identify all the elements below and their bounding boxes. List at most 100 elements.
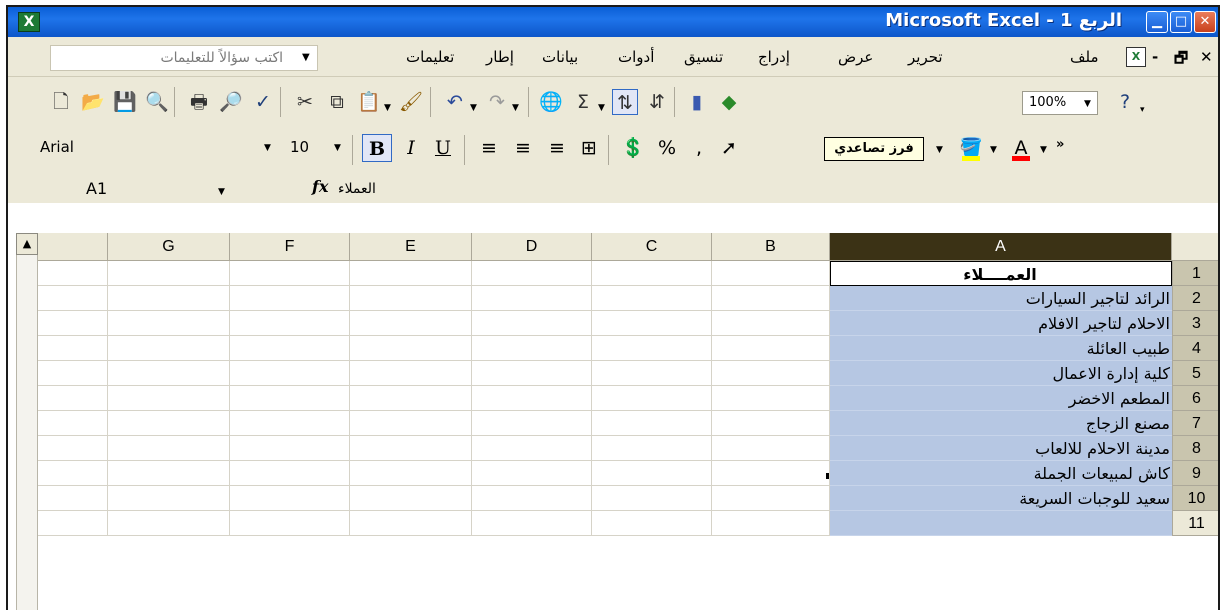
grid-cell[interactable] [472,486,592,511]
font-size-select[interactable]: 10 [270,134,324,160]
menu-view[interactable]: عرض [838,45,873,69]
fill-dropdown-icon[interactable]: ▼ [990,145,997,155]
insert-function-icon[interactable]: fx [312,177,328,196]
chart-wizard-icon[interactable]: ▮ [684,89,710,115]
menu-edit[interactable]: تحرير [908,45,943,69]
grid-cell[interactable] [712,511,830,536]
grid-cell[interactable] [230,436,350,461]
help-icon[interactable]: ? [1112,89,1138,115]
grid-cell[interactable] [38,486,108,511]
grid-cell[interactable] [350,361,472,386]
grid-cell[interactable] [472,511,592,536]
grid-cell[interactable] [350,386,472,411]
grid-cell[interactable] [472,411,592,436]
grid-cell[interactable] [38,286,108,311]
redo-dropdown-icon[interactable]: ▼ [512,103,519,113]
grid-cell[interactable] [230,511,350,536]
row-header-1[interactable]: 1 [1172,261,1218,286]
column-header-g[interactable]: G [108,233,230,261]
grid-cell[interactable] [472,336,592,361]
select-all-corner[interactable] [1172,233,1218,261]
grid-cell[interactable] [350,436,472,461]
cell-a9[interactable]: كاش لمبيعات الجملة [830,461,1172,486]
excel-app-icon[interactable]: X [18,12,40,32]
print-preview-icon[interactable]: 🔎 [218,89,244,115]
grid-cell[interactable] [230,361,350,386]
redo-icon[interactable]: ↷ [484,89,510,115]
format-painter-icon[interactable]: 🖌 [398,89,424,115]
grid-cell[interactable] [38,311,108,336]
minimize-button[interactable]: ▁ [1146,11,1168,33]
menu-file[interactable]: ملف [1070,45,1099,69]
grid-cell[interactable] [712,261,830,286]
percent-icon[interactable]: % [652,134,682,162]
grid-cell[interactable] [38,511,108,536]
ask-question-box[interactable]: اكتب سؤالاً للتعليمات [50,45,318,71]
autosum-icon[interactable]: Σ [570,89,596,115]
grid-cell[interactable] [108,386,230,411]
grid-cell[interactable] [472,386,592,411]
grid-cell[interactable] [350,411,472,436]
grid-cell[interactable] [472,286,592,311]
hyperlink-icon[interactable]: 🌐 [538,89,564,115]
grid-cell[interactable] [712,386,830,411]
column-header-f[interactable]: F [230,233,350,261]
italic-button[interactable]: I [396,134,426,162]
bold-button[interactable]: B [362,134,392,162]
grid-cell[interactable] [472,311,592,336]
grid-cell[interactable] [712,461,830,486]
grid-cell[interactable] [472,361,592,386]
grid-cell[interactable] [38,261,108,286]
save-icon[interactable]: 💾 [112,89,138,115]
sort-ascending-icon[interactable]: ⇅ [612,89,638,115]
drawing-icon[interactable]: ◆ [716,89,742,115]
grid-cell[interactable] [230,461,350,486]
cell-a10[interactable]: سعيد للوجبات السريعة [830,486,1172,511]
currency-icon[interactable]: 💲 [618,134,648,162]
spelling-icon[interactable]: ✓ [250,89,276,115]
maximize-button[interactable]: □ [1170,11,1192,33]
grid-cell[interactable] [592,261,712,286]
toolbar-overflow-icon[interactable]: » [1056,137,1064,152]
menu-tools[interactable]: أدوات [618,45,654,69]
align-left-icon[interactable]: ≡ [474,134,504,162]
doc-restore-icon[interactable]: 🗗 [1174,48,1188,73]
grid-cell[interactable] [592,511,712,536]
grid-cell[interactable] [472,461,592,486]
cell-a7[interactable]: مصنع الزجاج [830,411,1172,436]
grid-cell[interactable] [350,486,472,511]
cell-a11[interactable] [830,511,1172,536]
open-icon[interactable]: 📂 [80,89,106,115]
column-header-e[interactable]: E [350,233,472,261]
namebox-dropdown-icon[interactable]: ▼ [218,187,225,197]
row-header-11[interactable]: 11 [1172,511,1218,536]
grid-cell[interactable] [592,286,712,311]
grid-cell[interactable] [712,336,830,361]
grid-cell[interactable] [108,436,230,461]
cell-a4[interactable]: طبيب العائلة [830,336,1172,361]
menu-data[interactable]: بيانات [542,45,578,69]
formula-input[interactable]: العملاء [338,177,1218,201]
grid-cell[interactable] [712,286,830,311]
grid-cell[interactable] [230,486,350,511]
grid-cell[interactable] [350,461,472,486]
grid-cell[interactable] [592,311,712,336]
grid-cell[interactable] [350,261,472,286]
grid-cell[interactable] [592,411,712,436]
grid-cell[interactable] [592,486,712,511]
grid-cell[interactable] [38,361,108,386]
undo-dropdown-icon[interactable]: ▼ [470,103,477,113]
cell-a3[interactable]: الاحلام لتاجير الافلام [830,311,1172,336]
row-header-4[interactable]: 4 [1172,336,1218,361]
grid-cell[interactable] [108,411,230,436]
align-right-icon[interactable]: ≡ [542,134,572,162]
grid-cell[interactable] [712,486,830,511]
grid-cell[interactable] [592,336,712,361]
grid-cell[interactable] [38,386,108,411]
align-center-icon[interactable]: ≡ [508,134,538,162]
borders-dropdown-icon[interactable]: ▼ [936,145,943,155]
grid-cell[interactable] [472,436,592,461]
grid-cell[interactable] [230,386,350,411]
row-header-5[interactable]: 5 [1172,361,1218,386]
grid-cell[interactable] [350,286,472,311]
